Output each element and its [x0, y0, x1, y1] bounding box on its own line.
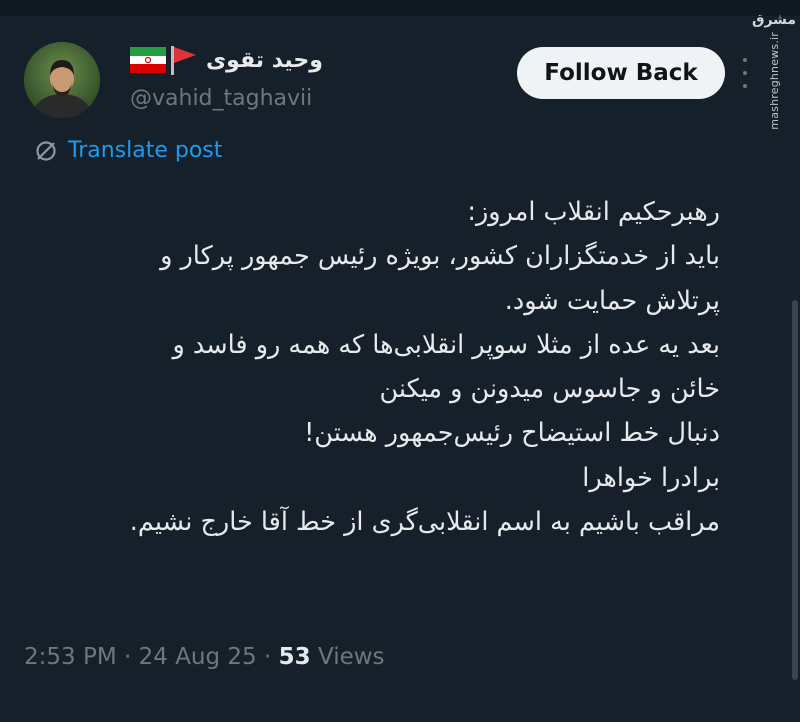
tweet-line: بعد یه عده از مثلا سوپر انقلابی‌ها که هم…	[172, 329, 720, 360]
iran-flag-icon	[130, 47, 166, 73]
flag-emojis	[130, 44, 198, 76]
translate-label[interactable]: Translate post	[68, 138, 222, 163]
author-line[interactable]: وحید تقوی	[130, 44, 323, 76]
dot-icon	[743, 58, 747, 62]
views-label: Views	[310, 644, 385, 670]
scrollbar[interactable]	[792, 300, 798, 680]
dot-icon	[743, 71, 747, 75]
follow-back-button[interactable]: Follow Back	[517, 47, 725, 99]
more-options-icon[interactable]	[740, 58, 750, 88]
avatar[interactable]	[24, 42, 100, 118]
tweet-meta: 2:53 PM · 24 Aug 25 · 53 Views	[24, 644, 385, 670]
red-pennant-icon	[171, 46, 196, 75]
views-count[interactable]: 53	[279, 644, 311, 670]
meta-separator: ·	[256, 644, 279, 670]
tweet-line: رهبرحکیم انقلاب امروز:	[467, 197, 720, 227]
tweet-time[interactable]: 2:53 PM	[24, 644, 117, 670]
translate-post-link[interactable]: Translate post	[34, 138, 222, 163]
author-handle[interactable]: @vahid_taghavii	[130, 86, 312, 111]
tweet-line: باید از خدمتگزاران کشور، بویژه رئیس جمهو…	[160, 241, 720, 272]
dot-icon	[743, 84, 747, 88]
tweet-text: رهبرحکیم انقلاب امروز: باید از خدمتگزارا…	[40, 190, 720, 544]
globe-slash-icon	[36, 140, 56, 161]
tweet-line: دنبال خط استیضاح رئیس‌جمهور هستن!	[304, 418, 720, 449]
avatar-image	[24, 42, 100, 118]
tweet-line: برادرا خواهرا	[582, 462, 720, 493]
meta-separator: ·	[116, 644, 139, 670]
tweet-date[interactable]: 24 Aug 25	[139, 644, 257, 670]
mashregh-watermark: مشرق mashreghnews.ir	[752, 12, 796, 130]
author-name[interactable]: وحید تقوی	[206, 48, 323, 73]
watermark-logo: مشرق	[751, 12, 797, 28]
tweet-line: خائن و جاسوس میدونن و میکنن	[379, 374, 720, 405]
top-edge	[0, 0, 800, 16]
watermark-site: mashreghnews.ir	[767, 32, 781, 130]
tweet-line: مراقب باشیم به اسم انقلابی‌گری از خط آقا…	[129, 507, 720, 538]
tweet-line: پرتلاش حمایت شود.	[504, 285, 720, 316]
